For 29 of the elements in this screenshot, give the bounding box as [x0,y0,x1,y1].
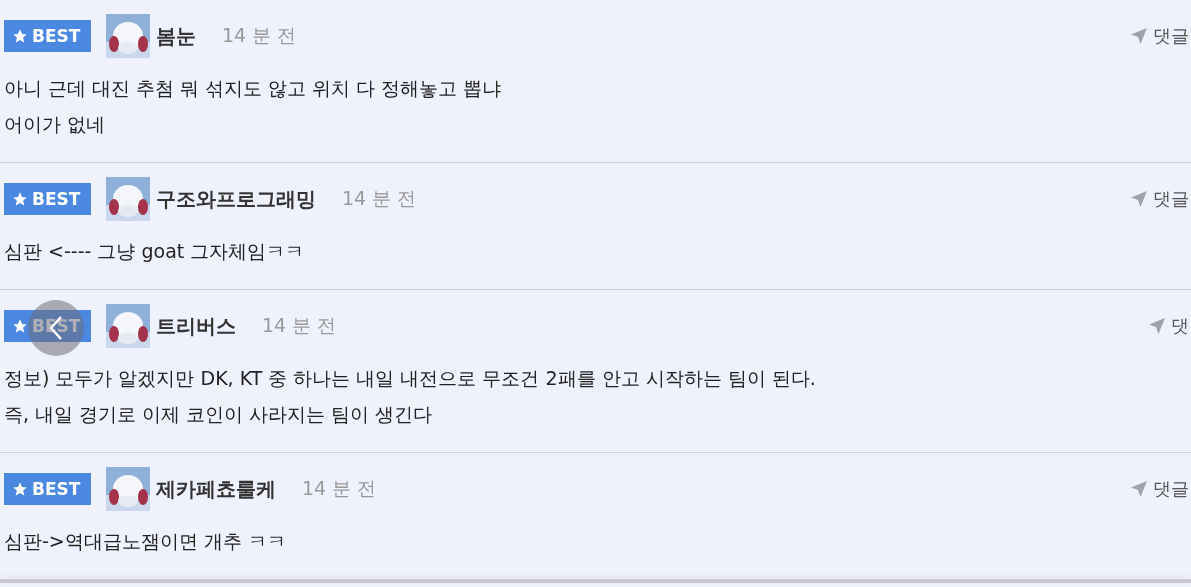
comment-text: 심판 <---- 그냥 goat 그자체임ㅋㅋ [4,239,305,264]
star-icon [12,481,28,497]
post-time: 14 분 전 [342,186,417,211]
send-icon [1131,481,1147,497]
comment-text: 정보) 모두가 알겠지만 DK, KT 중 하나는 내일 내전으로 무조건 2패를 안고 시작하는 팀이 된다. [4,366,816,391]
star-icon [12,191,28,207]
reply-link[interactable]: 댓글 [1131,477,1191,501]
best-badge: BEST [4,473,91,505]
reply-link[interactable]: 댓글 [1131,187,1191,211]
comment-text: 심판->역대급노잼이면 개추 ㅋㅋ [4,529,286,554]
post-time: 14 분 전 [222,23,297,48]
reply-link[interactable]: 댓글 [1131,24,1191,48]
post-time: 14 분 전 [302,476,377,501]
author-name[interactable]: 봄눈 [156,22,196,50]
author-name[interactable]: 구조와프로그래밍 [156,185,316,213]
author-name[interactable]: 제카페쵸룰케 [156,475,276,503]
star-icon [12,28,28,44]
comment-text: 즉, 내일 경기로 이제 코인이 사라지는 팀이 생긴다 [4,402,433,427]
star-icon [12,318,28,334]
comment-text: 어이가 없네 [4,112,106,137]
author-name[interactable]: 트리버스 [156,312,236,340]
send-icon [1131,28,1147,44]
best-badge: BEST [4,20,91,52]
send-icon [1149,318,1165,334]
post-time: 14 분 전 [262,313,337,338]
comment-text: 아니 근데 대진 추첨 뭐 섞지도 않고 위치 다 정해놓고 뽑냐 [4,76,502,101]
reply-link[interactable]: 댓 [1149,314,1191,338]
best-badge: BEST [4,183,91,215]
send-icon [1131,191,1147,207]
